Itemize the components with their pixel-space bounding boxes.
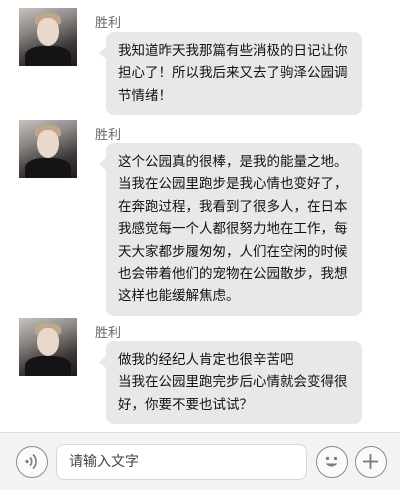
- message-line: 这个公园真的很棒，是我的能量之地。: [118, 154, 348, 170]
- message-line: 在奔跑过程，我看到了很多人，在日本: [118, 198, 348, 215]
- message-line: 当我在公园里跑完步后心情就会变得很: [118, 374, 348, 391]
- sender-name: 胜利: [95, 128, 122, 143]
- plus-button[interactable]: [355, 446, 387, 478]
- message-line: 我知道昨天我那篇有些消极的日记让你: [118, 43, 348, 59]
- message-line: 天大家都步履匆匆，人们在空闲的时候: [118, 243, 348, 260]
- message-line: 节情绪！: [118, 87, 172, 104]
- avatar[interactable]: [19, 120, 77, 178]
- message-line: 也会带着他们的宠物在公园散步，我想: [118, 266, 348, 283]
- avatar[interactable]: [19, 318, 77, 376]
- sender-name: 胜利: [95, 326, 122, 341]
- avatar[interactable]: [19, 8, 77, 66]
- sender-name: 胜利: [95, 16, 122, 31]
- message-line: 做我的经纪人肯定也很辛苦吧: [118, 352, 294, 368]
- message-line: 当我在公园里跑步是我心情也变好了，: [118, 176, 348, 193]
- message-line: 好，你要不要也试试？: [118, 396, 253, 413]
- emoji-button[interactable]: [316, 446, 348, 478]
- message-line: 这样也能缓解焦虑。: [118, 288, 240, 305]
- chat-area: 胜利 我知道昨天我那篇有些消极的日记让你 担心了！所以我后来又去了驹泽公园调 节…: [0, 0, 400, 432]
- input-bar: [0, 432, 400, 490]
- message-line: 担心了！所以我后来又去了驹泽公园调: [118, 65, 348, 82]
- message-bubble[interactable]: 我知道昨天我那篇有些消极的日记让你 担心了！所以我后来又去了驹泽公园调 节情绪！: [99, 32, 362, 116]
- message-bubble[interactable]: 这个公园真的很棒，是我的能量之地。 当我在公园里跑步是我心情也变好了， 在奔跑过…: [99, 143, 362, 316]
- plus-icon: [363, 454, 378, 469]
- message-line: 我感觉每一个人都很努力地在工作，每: [118, 221, 348, 238]
- voice-icon: [25, 453, 37, 470]
- message-bubble[interactable]: 做我的经纪人肯定也很辛苦吧 当我在公园里跑完步后心情就会变得很 好，你要不要也试…: [99, 341, 362, 425]
- emoji-icon: [325, 456, 338, 467]
- message-input[interactable]: [56, 444, 307, 480]
- voice-button[interactable]: [16, 446, 48, 478]
